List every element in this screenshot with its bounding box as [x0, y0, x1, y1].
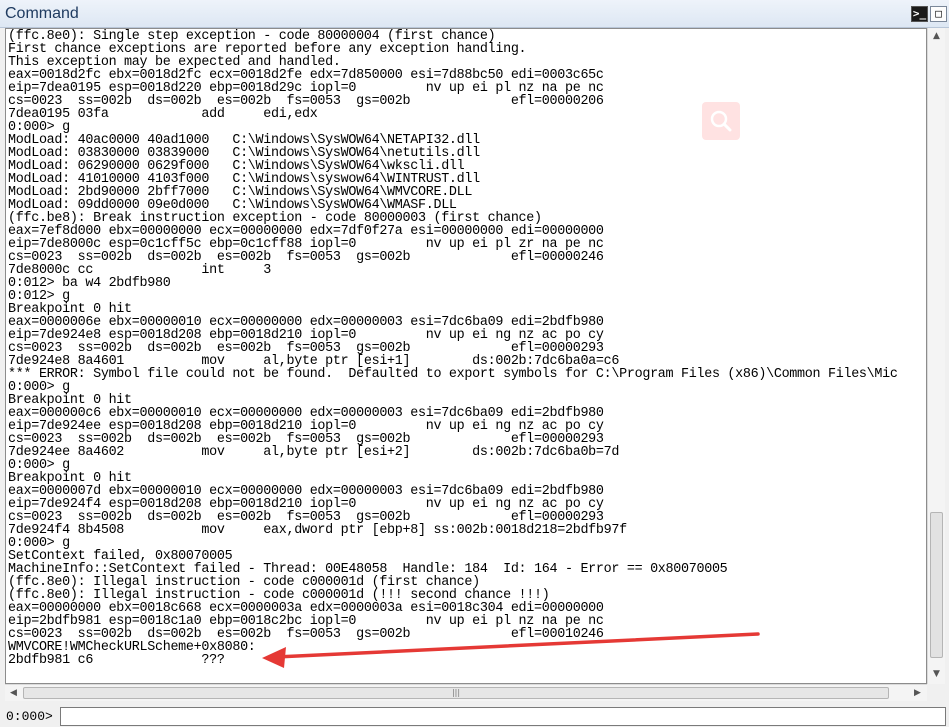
window-title: Command — [5, 5, 79, 22]
command-bar: 0:000> — [0, 704, 949, 727]
window-titlebar: Command >_ □ — [0, 0, 949, 28]
command-output-pane[interactable]: (ffc.8e0): Single step exception - code … — [5, 28, 927, 684]
scroll-right-arrow-icon[interactable]: ▶ — [909, 685, 926, 702]
command-prompt-button[interactable]: >_ — [911, 6, 928, 22]
scroll-down-arrow-icon[interactable]: ▼ — [928, 666, 945, 683]
scroll-up-arrow-icon[interactable]: ▲ — [928, 28, 945, 45]
output-line: 0:000> g — [8, 380, 70, 395]
command-prompt-label: 0:000> — [6, 709, 53, 724]
scroll-left-arrow-icon[interactable]: ◀ — [5, 685, 22, 702]
command-input[interactable] — [60, 707, 946, 726]
output-line: 7dea0195 03fa add edi,edx — [8, 107, 318, 122]
output-line: *** ERROR: Symbol file could not be foun… — [8, 367, 898, 382]
horizontal-scroll-thumb[interactable]: ||| — [23, 687, 889, 699]
search-icon — [710, 110, 732, 132]
output-line: 0:012> g — [8, 289, 70, 304]
window-restore-button[interactable]: □ — [930, 6, 947, 22]
output-line: 7de924ee 8a4602 mov al,byte ptr [esi+2] … — [8, 445, 620, 460]
horizontal-scrollbar[interactable]: ◀ ||| ▶ — [5, 684, 927, 701]
output-line: 7de924f4 8b4508 mov eax,dword ptr [ebp+8… — [8, 523, 627, 538]
vertical-scroll-thumb[interactable] — [930, 512, 943, 658]
output-line: 0:012> ba w4 2bdfb980 — [8, 276, 171, 291]
search-overlay-badge[interactable] — [702, 102, 740, 140]
vertical-scrollbar[interactable]: ▲ ▼ — [927, 28, 945, 684]
size-grip — [927, 684, 945, 701]
output-line: 2bdfb981 c6 ??? — [8, 653, 225, 668]
output-line: 0:000> g — [8, 458, 70, 473]
output-lines: (ffc.8e0): Single step exception - code … — [8, 30, 898, 667]
